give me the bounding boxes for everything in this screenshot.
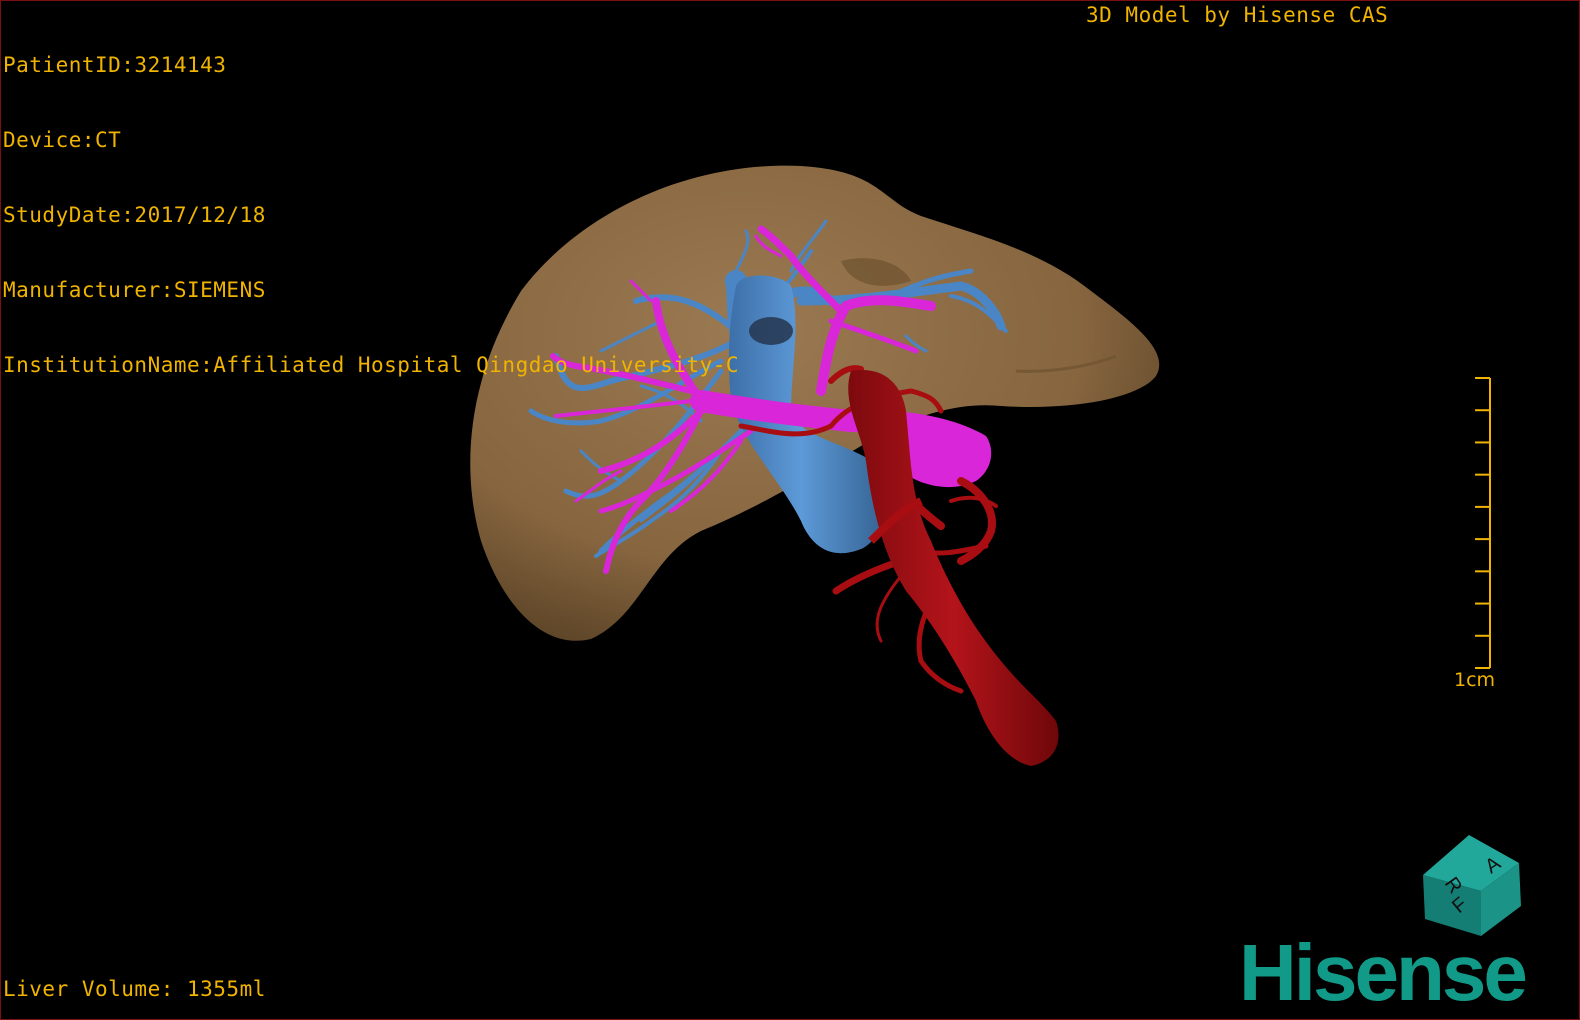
- device: Device:CT: [3, 128, 122, 152]
- model-title: 3D Model by Hisense CAS: [1086, 3, 1389, 27]
- dicom-info-block: PatientID:3214143 Device:CT StudyDate:20…: [3, 3, 739, 428]
- orientation-cube[interactable]: A R F: [1423, 835, 1521, 936]
- scale-bar: [1475, 377, 1491, 669]
- liver-volume: Liver Volume: 1355ml: [3, 977, 266, 1001]
- 3d-viewport[interactable]: A R F PatientID:3214143 Device:CT StudyD…: [0, 0, 1580, 1020]
- hisense-logo: Hisense: [1239, 928, 1528, 1017]
- patient-id: PatientID:3214143: [3, 53, 227, 77]
- ivc-opening: [749, 317, 793, 345]
- scale-bar-label: 1cm: [1454, 669, 1496, 691]
- institution-name: InstitutionName:Affiliated Hospital Qing…: [3, 353, 740, 377]
- manufacturer: Manufacturer:SIEMENS: [3, 278, 266, 302]
- study-date: StudyDate:2017/12/18: [3, 203, 266, 227]
